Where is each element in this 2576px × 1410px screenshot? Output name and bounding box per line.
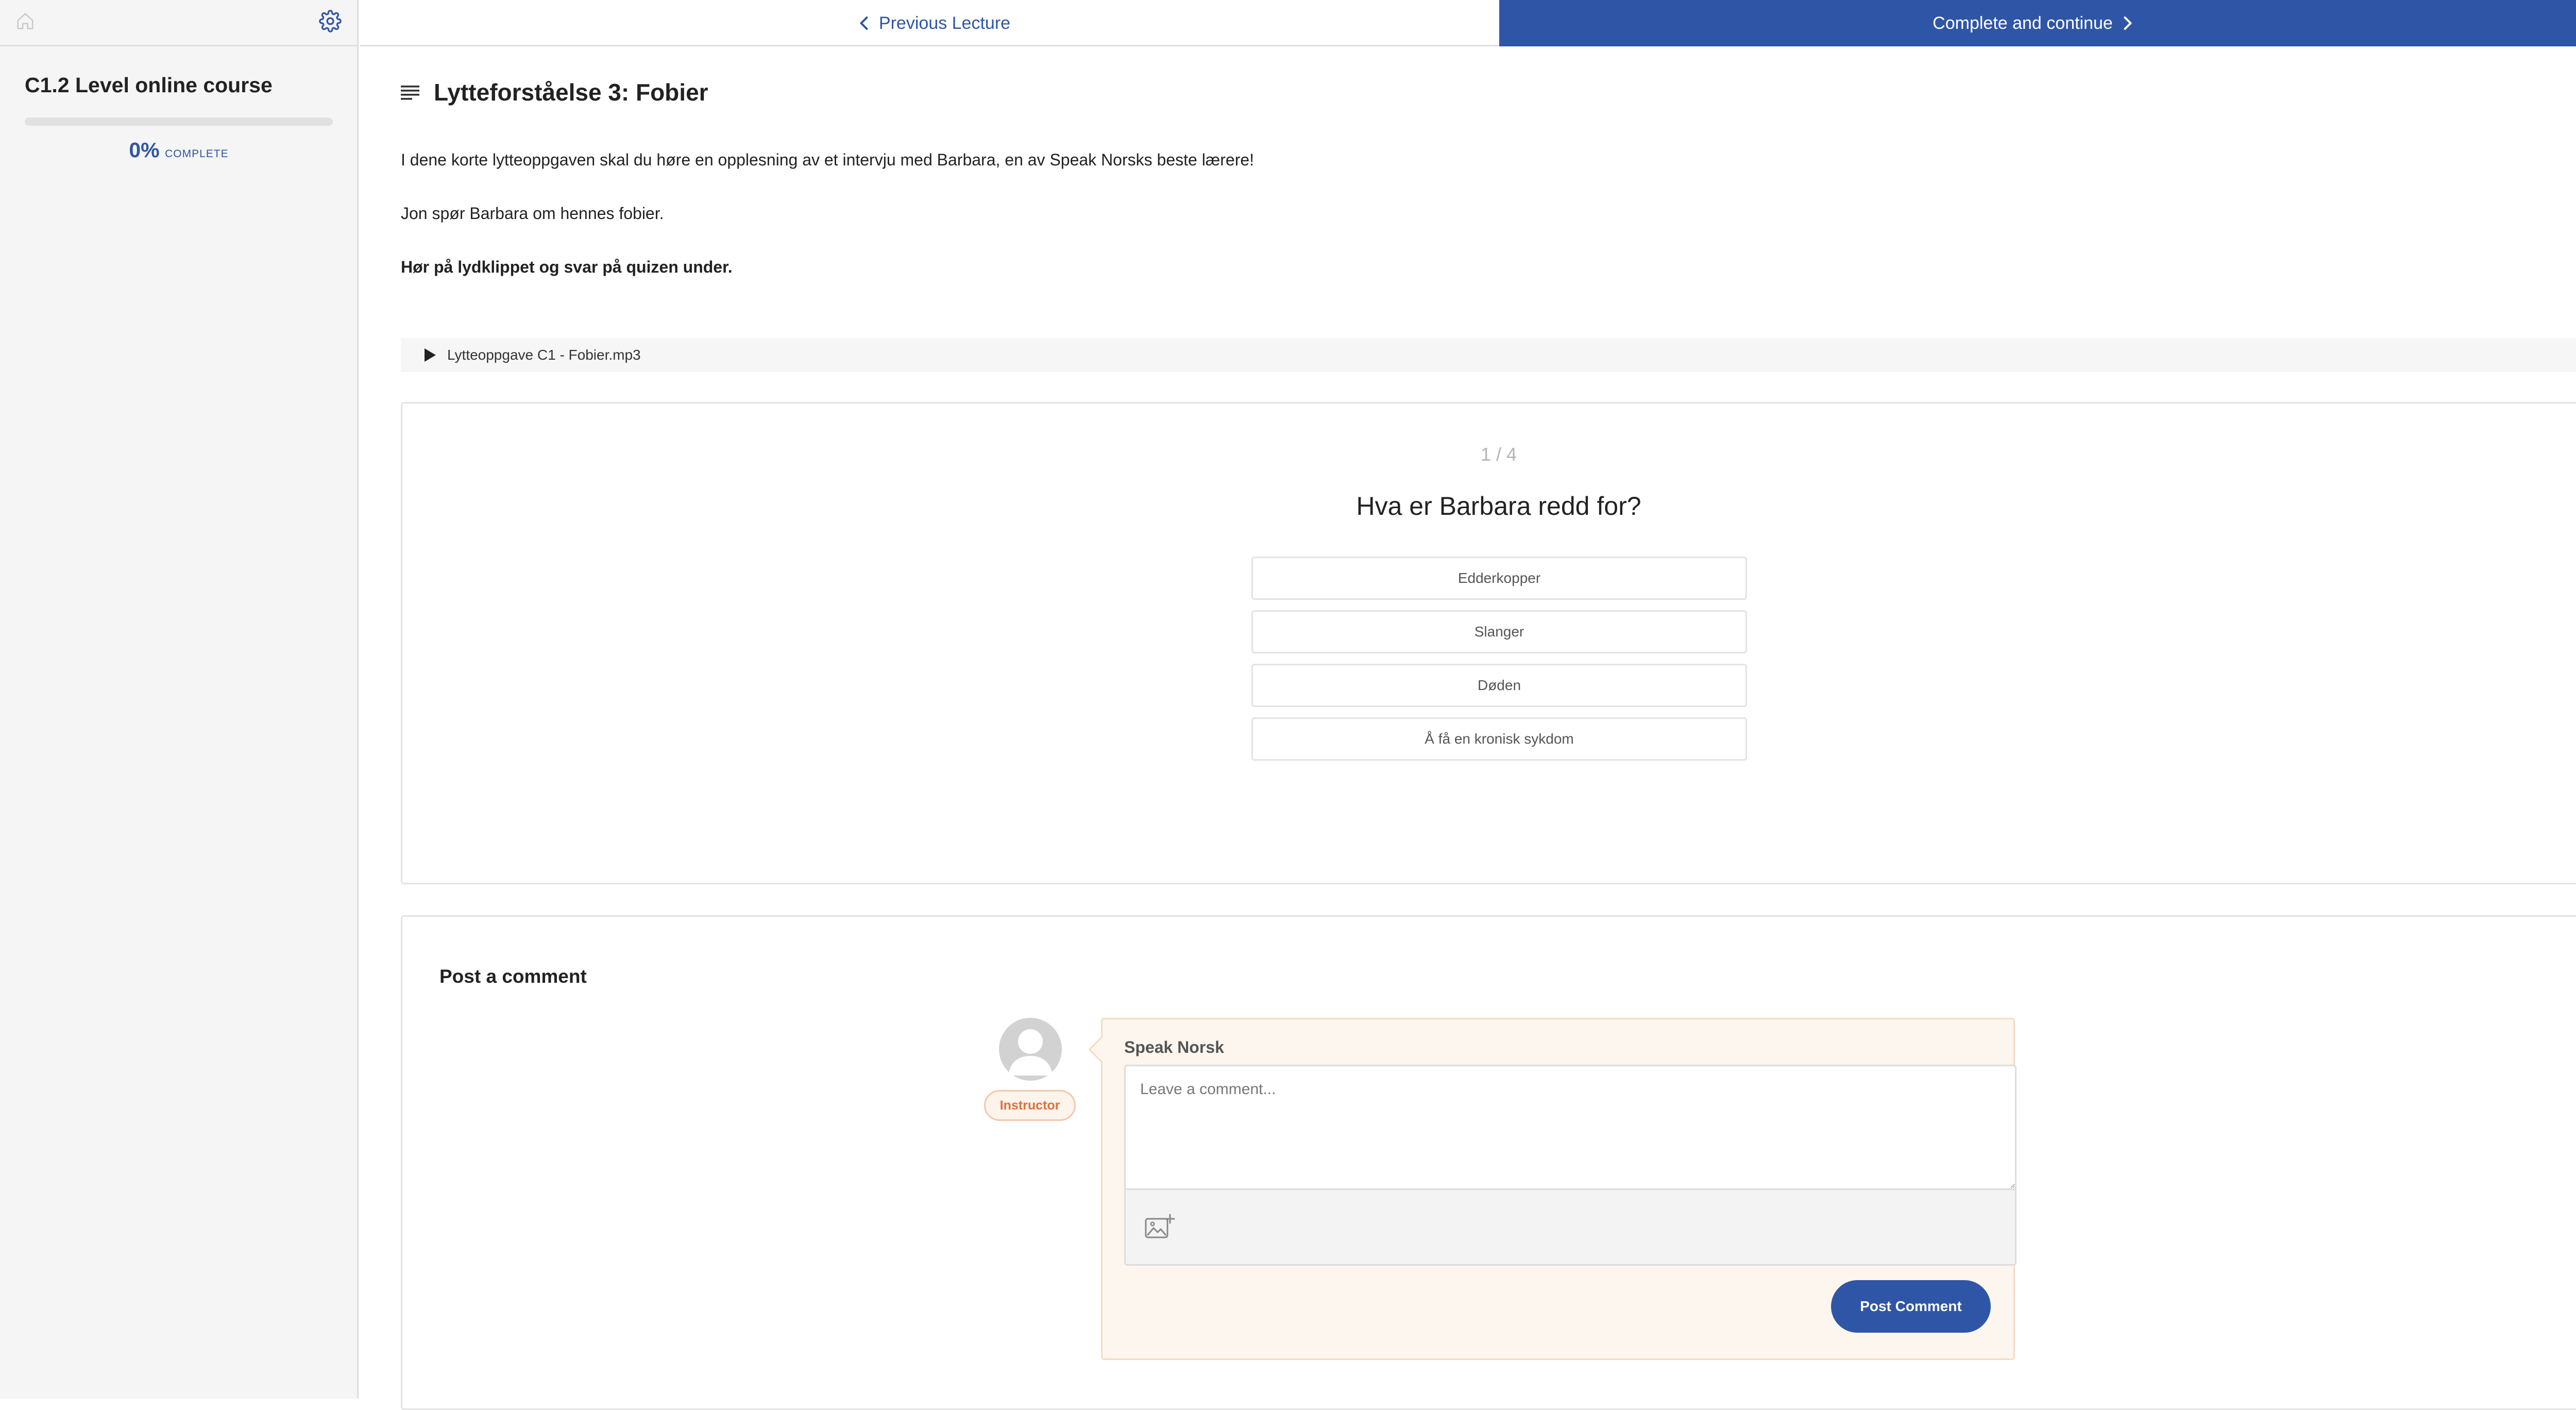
user-avatar-icon <box>1008 1029 1053 1076</box>
lecture-intro-paragraph: I dene korte lytteoppgaven skal du høre … <box>401 150 1255 169</box>
quiz-card: 1 / 4 Hva er Barbara redd for? Edderkopp… <box>401 402 2576 884</box>
progress-percent: 0% <box>129 138 160 162</box>
lecture-header: Lytteforståelse 3: Fobier <box>401 78 708 106</box>
home-icon[interactable] <box>15 11 35 33</box>
quiz-option[interactable]: Edderkopper <box>1251 557 1747 600</box>
course-sidebar: C1.2 Level online course 0% COMPLETE <box>0 0 359 1399</box>
add-image-icon[interactable] <box>1144 1214 1175 1240</box>
quiz-option[interactable]: Å få en kronisk sykdom <box>1251 717 1747 761</box>
post-comment-button[interactable]: Post Comment <box>1831 1280 1991 1333</box>
lecture-instruction-paragraph: Hør på lydklippet og svar på quizen unde… <box>401 258 733 276</box>
quiz-option[interactable]: Slanger <box>1251 610 1747 653</box>
comment-section-heading: Post a comment <box>439 966 587 987</box>
previous-lecture-label: Previous Lecture <box>878 13 1011 33</box>
progress-bar <box>25 118 333 126</box>
lecture-context-paragraph: Jon spør Barbara om hennes fobier. <box>401 204 664 223</box>
quiz-question-counter: 1 / 4 <box>1480 444 1517 465</box>
course-title: C1.2 Level online course <box>25 73 273 97</box>
comment-attachment-bar <box>1124 1188 2016 1266</box>
complete-and-continue-label: Complete and continue <box>1933 13 2113 33</box>
play-icon[interactable] <box>425 348 436 362</box>
lecture-text-icon <box>401 86 419 100</box>
audio-file-name: Lytteoppgave C1 - Fobier.mp3 <box>447 347 641 363</box>
gear-icon[interactable] <box>319 10 342 35</box>
chevron-right-icon <box>2124 16 2132 30</box>
complete-and-continue-button[interactable]: Complete and continue <box>1499 0 2576 46</box>
comment-section: Post a comment Instructor Speak Norsk Po… <box>401 915 2576 1410</box>
lecture-title: Lytteforståelse 3: Fobier <box>434 79 708 106</box>
quiz-question: Hva er Barbara redd for? <box>1356 492 1641 521</box>
avatar <box>999 1018 1062 1081</box>
chevron-left-icon <box>860 16 868 30</box>
previous-lecture-button[interactable]: Previous Lecture <box>360 0 1499 46</box>
comment-form: Speak Norsk Post Comment <box>1101 1018 2016 1360</box>
comment-input[interactable] <box>1124 1065 2016 1188</box>
progress-summary: 0% COMPLETE <box>25 138 333 162</box>
progress-label: COMPLETE <box>165 148 229 160</box>
audio-attachment[interactable]: Lytteoppgave C1 - Fobier.mp3 <box>401 338 2576 372</box>
sidebar-toolbar <box>0 0 357 46</box>
comment-author-name: Speak Norsk <box>1124 1038 1224 1056</box>
instructor-badge: Instructor <box>984 1090 1076 1121</box>
lecture-navigation: Previous Lecture Complete and continue <box>360 0 2576 46</box>
quiz-option[interactable]: Døden <box>1251 664 1747 707</box>
